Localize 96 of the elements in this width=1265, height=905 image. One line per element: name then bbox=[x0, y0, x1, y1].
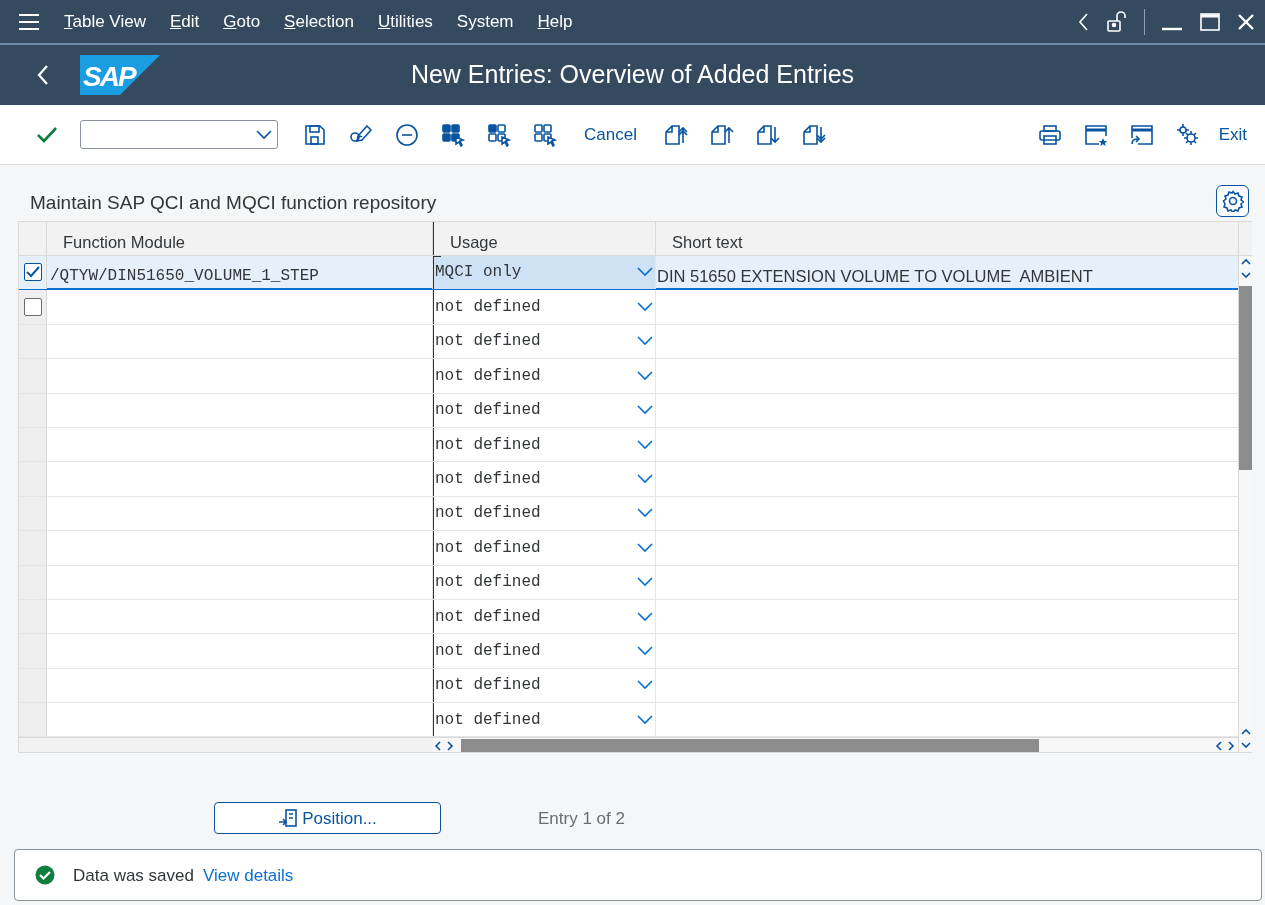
usage-dropdown[interactable]: not defined bbox=[433, 427, 656, 462]
menu-item[interactable]: Edit bbox=[157, 8, 212, 35]
usage-dropdown[interactable]: not defined bbox=[433, 496, 656, 531]
position-button[interactable]: Position... bbox=[214, 802, 441, 835]
chevron-down-icon bbox=[637, 370, 653, 381]
usage-dropdown[interactable]: not defined bbox=[433, 531, 656, 565]
menu-item[interactable]: Goto bbox=[211, 8, 273, 35]
first-page-icon bbox=[663, 122, 688, 147]
row-selector[interactable] bbox=[19, 290, 47, 324]
next-page-icon bbox=[755, 122, 780, 147]
usage-dropdown[interactable]: not defined bbox=[433, 290, 656, 324]
table-row[interactable]: not defined bbox=[19, 703, 1238, 738]
chevron-down-icon bbox=[637, 646, 653, 656]
column-header[interactable]: Usage bbox=[433, 222, 656, 255]
save-icon bbox=[303, 122, 327, 147]
entry-count: Entry 1 of 2 bbox=[538, 807, 625, 830]
usage-dropdown[interactable]: not defined bbox=[433, 703, 656, 737]
close-icon[interactable] bbox=[1237, 12, 1255, 31]
settings-icon bbox=[1221, 190, 1244, 212]
table-row[interactable]: not defined bbox=[19, 427, 1238, 463]
chevron-down-icon bbox=[637, 577, 653, 588]
window-arrow-icon bbox=[1129, 122, 1154, 147]
column-header[interactable]: Function Module bbox=[47, 222, 433, 255]
table-row[interactable]: not defined bbox=[19, 290, 1238, 325]
window-star-icon bbox=[1083, 122, 1108, 147]
success-icon bbox=[35, 865, 55, 886]
column-header[interactable]: Short text bbox=[656, 222, 1238, 255]
chevron-down-icon bbox=[637, 508, 653, 519]
deselect-icon bbox=[533, 122, 557, 147]
status-message: Data was saved bbox=[73, 864, 194, 887]
chevron-down-icon bbox=[637, 474, 653, 485]
back-icon bbox=[36, 64, 50, 86]
view-details-link[interactable]: View details bbox=[202, 862, 294, 889]
window-title: New Entries: Overview of Added Entries bbox=[410, 59, 855, 91]
menu-item[interactable]: Utilities bbox=[366, 8, 445, 35]
chevron-down-icon bbox=[637, 439, 653, 450]
previous-page-icon bbox=[709, 122, 734, 147]
exit-button[interactable]: Exit bbox=[1210, 117, 1255, 152]
minus-circle-icon bbox=[395, 122, 419, 147]
usage-dropdown[interactable]: not defined bbox=[433, 634, 656, 668]
settings-icon bbox=[1175, 122, 1200, 147]
table-cell[interactable]: DIN 51650 EXTENSION VOLUME TO VOLUME AMBIENT bbox=[656, 256, 1238, 289]
usage-dropdown[interactable]: not defined bbox=[433, 359, 656, 393]
scrollbar-thumb[interactable] bbox=[1239, 286, 1252, 470]
menu-item[interactable]: Selection bbox=[272, 8, 367, 35]
menu-item[interactable]: Help bbox=[525, 8, 585, 35]
table-row[interactable]: not defined bbox=[19, 668, 1238, 704]
print-icon bbox=[1037, 122, 1062, 147]
table-row[interactable]: not defined bbox=[19, 462, 1238, 497]
table-row[interactable]: not defined bbox=[19, 634, 1238, 669]
vertical-scrollbar[interactable] bbox=[1239, 256, 1252, 753]
last-page-icon bbox=[801, 122, 826, 147]
chevron-down-icon bbox=[637, 302, 653, 313]
back-icon[interactable] bbox=[1078, 11, 1090, 32]
table-row[interactable]: not defined bbox=[19, 324, 1238, 360]
chevron-down-icon bbox=[637, 714, 653, 725]
select-all-icon bbox=[441, 122, 465, 147]
menu-item[interactable]: Table View bbox=[52, 8, 158, 35]
table-row[interactable]: not defined bbox=[19, 359, 1238, 394]
chevron-down-icon bbox=[637, 680, 653, 691]
menu-icon bbox=[18, 12, 40, 31]
menu-item[interactable]: System bbox=[444, 8, 526, 35]
chevron-down-icon bbox=[637, 542, 653, 553]
table-row[interactable]: not defined bbox=[19, 393, 1238, 428]
table-row[interactable]: not defined bbox=[19, 599, 1238, 635]
chevron-down-icon bbox=[637, 405, 653, 416]
section-title: Maintain SAP QCI and MQCI function repository bbox=[30, 190, 437, 215]
select-block-icon bbox=[487, 122, 511, 147]
row-checkbox[interactable] bbox=[23, 263, 42, 282]
chevron-down-icon bbox=[255, 128, 273, 141]
usage-dropdown[interactable]: not defined bbox=[433, 668, 656, 703]
usage-dropdown[interactable]: not defined bbox=[433, 599, 656, 634]
lock-icon[interactable] bbox=[1106, 10, 1128, 33]
usage-dropdown[interactable]: MQCI only bbox=[433, 256, 656, 289]
table-settings-button[interactable] bbox=[1216, 185, 1249, 217]
cancel-button[interactable]: Cancel bbox=[576, 117, 645, 152]
table-row[interactable]: /QTYW/DIN51650_VOLUME_1_STEP MQCI only DIN 51650 EXTENSION VOLUME TO VOLUME AMBIENT bbox=[19, 256, 1238, 291]
chevron-down-icon bbox=[637, 611, 653, 622]
chevron-down-icon bbox=[637, 336, 653, 347]
usage-dropdown[interactable]: not defined bbox=[433, 393, 656, 427]
usage-dropdown[interactable]: not defined bbox=[433, 324, 656, 359]
maximize-icon[interactable] bbox=[1199, 11, 1221, 32]
position-icon bbox=[278, 808, 299, 829]
checkmark-icon bbox=[25, 266, 40, 279]
usage-dropdown[interactable]: not defined bbox=[433, 462, 656, 496]
usage-dropdown[interactable]: not defined bbox=[433, 565, 656, 599]
command-field[interactable] bbox=[80, 120, 278, 149]
sap-logo: SAP bbox=[80, 55, 160, 95]
horizontal-scrollbar[interactable] bbox=[433, 738, 1238, 753]
table-row[interactable]: not defined bbox=[19, 565, 1238, 600]
table-row[interactable]: not defined bbox=[19, 531, 1238, 566]
scrollbar-thumb[interactable] bbox=[461, 738, 1039, 752]
table-row[interactable]: not defined bbox=[19, 496, 1238, 532]
row-selector[interactable] bbox=[19, 256, 47, 289]
row-checkbox[interactable] bbox=[23, 298, 42, 317]
chevron-down-icon bbox=[637, 267, 653, 278]
